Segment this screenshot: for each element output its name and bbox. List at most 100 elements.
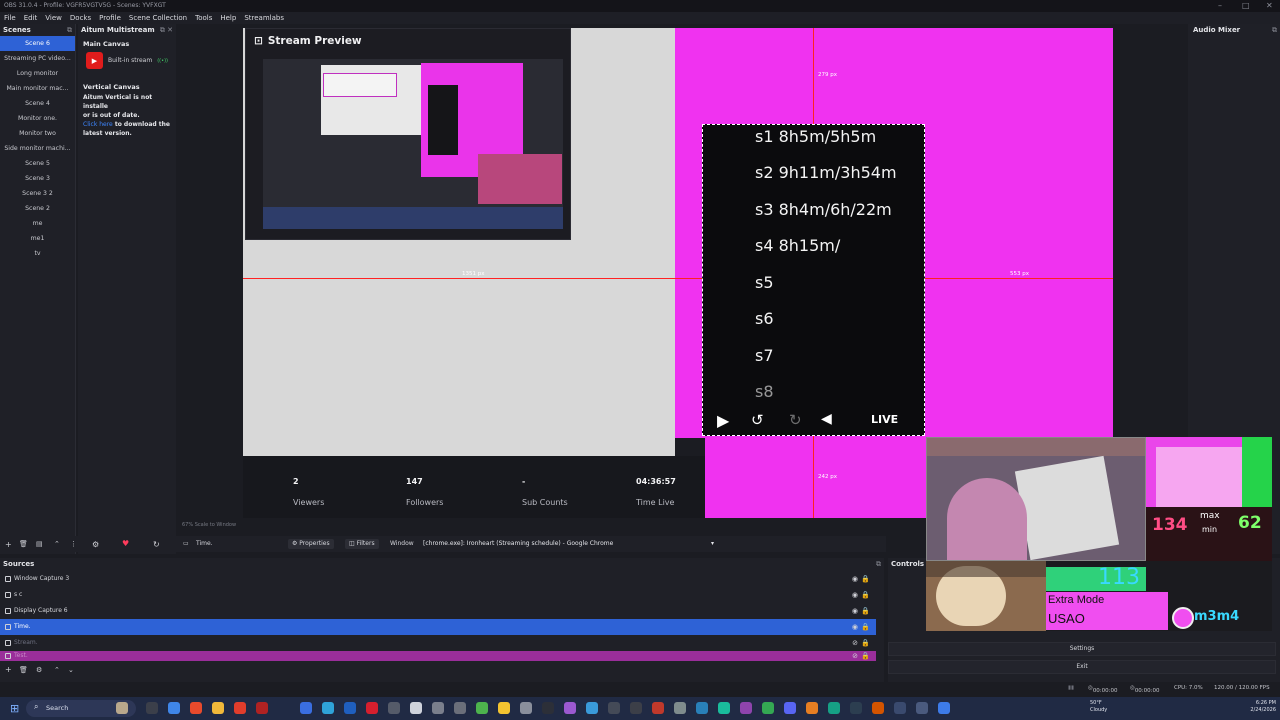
zoom-selector[interactable]: 67% Scale to Window	[182, 522, 236, 528]
volume-icon[interactable]: ◀	[821, 411, 832, 427]
close-button[interactable]: ✕	[1266, 1, 1273, 10]
heart-icon[interactable]: ♥	[122, 539, 129, 548]
taskbar-app-icon[interactable]	[190, 702, 202, 714]
source-item[interactable]: Display Capture 6 ◉ 🔒	[0, 603, 876, 619]
more-icon[interactable]: ⋮	[70, 540, 77, 548]
output-toggle-icon[interactable]: ((•))	[157, 58, 168, 64]
menu-edit[interactable]: Edit	[24, 14, 38, 22]
lock-icon[interactable]: 🔒	[861, 619, 870, 635]
forward-icon[interactable]: ↻	[789, 411, 802, 429]
menu-help[interactable]: Help	[220, 14, 236, 22]
visibility-eye-icon[interactable]: ◉	[852, 571, 858, 587]
taskbar-app-icon[interactable]	[322, 702, 334, 714]
menu-profile[interactable]: Profile	[99, 14, 121, 22]
taskbar-app-icon[interactable]	[674, 702, 686, 714]
taskbar-app-icon[interactable]	[564, 702, 576, 714]
taskbar-app-icon[interactable]	[938, 702, 950, 714]
taskbar-app-icon[interactable]	[872, 702, 884, 714]
taskbar-app-icon[interactable]	[542, 702, 554, 714]
scene-item[interactable]: Scene 3	[0, 171, 75, 186]
menu-docks[interactable]: Docks	[70, 14, 91, 22]
taskbar-app-icon[interactable]	[212, 702, 224, 714]
taskbar-app-icon[interactable]	[256, 702, 268, 714]
menu-tools[interactable]: Tools	[195, 14, 212, 22]
schedule-window-capture[interactable]: s1 8h5m/5h5m s2 9h11m/3h54m s3 8h4m/6h/2…	[702, 124, 925, 436]
taskbar-app-icon[interactable]	[168, 702, 180, 714]
move-up-icon[interactable]: ⌃	[54, 666, 60, 674]
scene-item[interactable]: Scene 6	[0, 36, 75, 51]
taskbar-app-icon[interactable]	[366, 702, 378, 714]
taskbar-app-icon[interactable]	[234, 702, 246, 714]
remove-source-icon[interactable]: 🗑	[19, 666, 28, 674]
settings-gear-icon[interactable]: ⚙	[92, 540, 99, 549]
move-down-icon[interactable]: ⌄	[68, 666, 74, 674]
scene-item[interactable]: tv	[0, 246, 75, 261]
menu-scene-collection[interactable]: Scene Collection	[129, 14, 187, 22]
exit-button[interactable]: Exit	[888, 660, 1276, 674]
taskbar-app-icon[interactable]	[718, 702, 730, 714]
system-clock[interactable]: 6:26 PM 2/24/2026	[1232, 700, 1276, 714]
play-icon[interactable]: ▶	[717, 411, 729, 430]
taskbar-app-icon[interactable]	[806, 702, 818, 714]
lock-icon[interactable]: 🔒	[861, 603, 870, 619]
source-item[interactable]: s c ◉ 🔒	[0, 587, 876, 603]
taskbar-app-icon[interactable]	[344, 702, 356, 714]
taskbar-app-icon[interactable]	[116, 702, 128, 714]
dock-float-icon[interactable]: ⧉	[67, 26, 72, 34]
scene-item[interactable]: Monitor two	[0, 126, 75, 141]
source-item-selected[interactable]: Time. ◉ 🔒	[0, 619, 876, 635]
scene-item[interactable]: Side monitor machi...	[0, 141, 75, 156]
scene-item[interactable]: Scene 2	[0, 201, 75, 216]
taskbar-app-icon[interactable]	[850, 702, 862, 714]
taskbar-app-icon[interactable]	[608, 702, 620, 714]
move-up-icon[interactable]: ⌃	[54, 540, 60, 548]
maximize-button[interactable]: □	[1242, 1, 1250, 10]
source-item[interactable]: Stream. ⊘ 🔒	[0, 635, 876, 651]
source-item[interactable]: Test. ⊘ 🔒	[0, 651, 876, 661]
minimize-button[interactable]: –	[1218, 1, 1222, 10]
scene-item[interactable]: Monitor one.	[0, 111, 75, 126]
taskbar-app-icon[interactable]	[784, 702, 796, 714]
source-settings-icon[interactable]: ⚙	[36, 666, 42, 674]
taskbar-app-icon[interactable]	[630, 702, 642, 714]
scene-item[interactable]: me	[0, 216, 75, 231]
scene-item[interactable]: Long monitor	[0, 66, 75, 81]
taskbar-app-icon[interactable]	[740, 702, 752, 714]
taskbar-app-icon[interactable]	[432, 702, 444, 714]
dock-float-icon[interactable]: ⧉	[876, 560, 881, 568]
lock-icon[interactable]: 🔒	[861, 651, 870, 661]
filters-button[interactable]: ◫ Filters	[345, 539, 379, 549]
taskbar-app-icon[interactable]	[410, 702, 422, 714]
scene-item[interactable]: Scene 5	[0, 156, 75, 171]
settings-button[interactable]: Settings	[888, 642, 1276, 656]
refresh-icon[interactable]: ↻	[153, 540, 160, 549]
visibility-eye-icon[interactable]: ◉	[852, 603, 858, 619]
taskbar-app-icon[interactable]	[652, 702, 664, 714]
taskbar-app-icon[interactable]	[520, 702, 532, 714]
taskbar-app-icon[interactable]	[696, 702, 708, 714]
hidden-eye-icon[interactable]: ⊘	[852, 635, 858, 651]
weather-widget[interactable]: 50°F Cloudy	[1090, 700, 1107, 714]
dock-close-icon[interactable]: ⧉ ✕	[160, 26, 173, 34]
visibility-eye-icon[interactable]: ◉	[852, 587, 858, 603]
dock-float-icon[interactable]: ⧉	[1272, 26, 1277, 34]
taskbar-app-icon[interactable]	[388, 702, 400, 714]
taskbar-app-icon[interactable]	[300, 702, 312, 714]
taskbar-app-icon[interactable]	[894, 702, 906, 714]
lock-icon[interactable]: 🔒	[861, 587, 870, 603]
taskbar-app-icon[interactable]	[454, 702, 466, 714]
filter-scene-icon[interactable]: ▤	[36, 540, 43, 548]
taskbar-app-icon[interactable]	[916, 702, 928, 714]
hidden-eye-icon[interactable]: ⊘	[852, 651, 858, 661]
menu-file[interactable]: File	[4, 14, 16, 22]
rewind-icon[interactable]: ↺	[751, 411, 764, 429]
scene-item[interactable]: Scene 3 2	[0, 186, 75, 201]
scene-item[interactable]: me1	[0, 231, 75, 246]
properties-button[interactable]: ⚙ Properties	[288, 539, 334, 549]
taskbar-app-icon[interactable]	[828, 702, 840, 714]
scene-item[interactable]: Main monitor mac...	[0, 81, 75, 96]
menu-view[interactable]: View	[45, 14, 62, 22]
source-item[interactable]: Window Capture 3 ◉ 🔒	[0, 571, 876, 587]
scene-item[interactable]: Streaming PC video...	[0, 51, 75, 66]
visibility-eye-icon[interactable]: ◉	[852, 619, 858, 635]
